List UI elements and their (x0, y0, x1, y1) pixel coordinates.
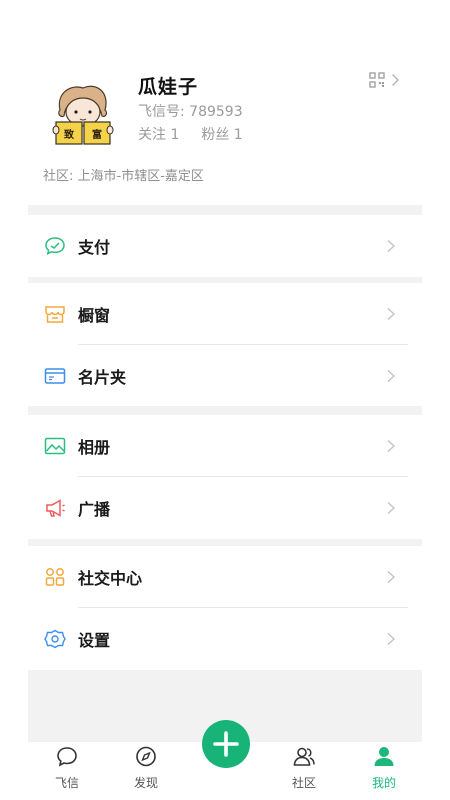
menu-label-album: 相册 (78, 438, 111, 457)
profile-header[interactable]: 致 富 瓜娃子 飞信号: 789593 关注 1 粉丝 1 社区: 上海市-市辖… (28, 0, 422, 205)
tab-label-discover: 发现 (133, 776, 158, 790)
tab-label-community: 社区 (291, 776, 316, 790)
tab-label-mine: 我的 (371, 776, 396, 790)
menu-label-shop-window: 橱窗 (78, 306, 111, 325)
business-card-icon (44, 368, 66, 384)
storefront-icon (45, 306, 65, 323)
avatar-book-text-right: 富 (92, 128, 102, 141)
tab-feixin[interactable]: 飞信 (37, 742, 97, 800)
menu-item-business-cards[interactable]: 名片夹 (28, 345, 422, 407)
qr-code-button[interactable] (369, 72, 400, 88)
feixin-id: 飞信号: 789593 (138, 104, 243, 120)
chevron-right-icon (387, 501, 396, 515)
menu-group-media: 相册 广播 (28, 415, 422, 539)
chevron-right-icon (387, 632, 396, 646)
chevron-right-icon (387, 570, 396, 584)
profile-page: 致 富 瓜娃子 飞信号: 789593 关注 1 粉丝 1 社区: 上海市-市辖… (28, 0, 422, 800)
chevron-right-icon (387, 239, 396, 253)
menu-label-business-cards: 名片夹 (78, 368, 127, 387)
gear-icon (44, 629, 66, 649)
menu-group-shop: 橱窗 名片夹 (28, 283, 422, 407)
add-button[interactable] (202, 720, 250, 768)
tab-label-feixin: 飞信 (54, 776, 79, 790)
chat-bubble-icon (45, 237, 65, 255)
chat-bubble-icon (57, 747, 77, 767)
following-count[interactable]: 关注 1 (138, 124, 179, 144)
person-icon (374, 747, 394, 766)
people-icon (293, 747, 315, 766)
username: 瓜娃子 (138, 76, 199, 98)
menu-item-social-center[interactable]: 社交中心 (28, 546, 422, 608)
menu-label-social-center: 社交中心 (78, 569, 143, 588)
follow-stats: 关注 1 粉丝 1 (138, 124, 243, 144)
megaphone-icon (46, 499, 65, 517)
avatar[interactable]: 致 富 (50, 82, 116, 148)
menu-item-album[interactable]: 相册 (28, 415, 422, 477)
chevron-right-icon (387, 369, 396, 383)
section-gap (28, 205, 422, 215)
menu-item-shop-window[interactable]: 橱窗 (28, 283, 422, 345)
photo-album-icon (44, 437, 66, 455)
plus-icon (213, 731, 239, 757)
qr-code-icon (369, 72, 385, 88)
tab-community[interactable]: 社区 (274, 742, 334, 800)
menu-item-broadcast[interactable]: 广播 (28, 477, 422, 539)
chevron-right-icon (387, 439, 396, 453)
tab-discover[interactable]: 发现 (116, 742, 176, 800)
menu-group-social: 社交中心 设置 (28, 546, 422, 670)
menu-label-broadcast: 广播 (78, 500, 111, 519)
compass-icon (136, 746, 156, 767)
avatar-book-text-left: 致 (64, 128, 75, 141)
chevron-right-icon (387, 307, 396, 321)
social-grid-icon (45, 568, 65, 586)
menu-group-pay: 支付 (28, 215, 422, 277)
menu-label-pay: 支付 (78, 238, 111, 257)
menu-item-pay[interactable]: 支付 (28, 215, 422, 277)
menu-item-settings[interactable]: 设置 (28, 608, 422, 670)
community-location: 社区: 上海市-市辖区-嘉定区 (43, 169, 204, 184)
fans-count[interactable]: 粉丝 1 (201, 124, 242, 144)
tab-mine[interactable]: 我的 (354, 742, 414, 800)
chevron-right-icon (392, 74, 399, 86)
menu-label-settings: 设置 (78, 631, 111, 650)
